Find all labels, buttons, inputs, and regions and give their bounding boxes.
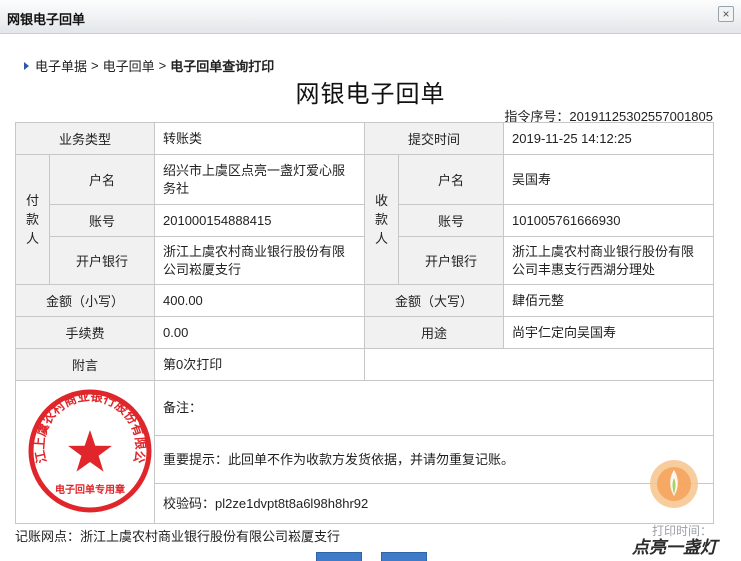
- amount-small-label: 金额（小写）: [14, 284, 156, 317]
- check-code: 校验码：pl2ze1dvpt8t8a6l98h8hr92: [154, 483, 715, 524]
- payee-bank-value: 浙江上虞农村商业银行股份有限公司丰惠支行西湖分理处: [503, 236, 715, 285]
- payer-side-text: 付款人: [25, 193, 39, 246]
- table-row: 付款人 户名 绍兴市上虞区点亮一盏灯爱心服务社 收款人 户名 吴国寿: [15, 154, 715, 285]
- table-row: 手续费 0.00 用途 尚宇仁定向吴国寿: [14, 316, 715, 349]
- payee-account-value: 101005761666930: [503, 204, 715, 237]
- note-empty-cell: [364, 348, 715, 381]
- amount-big-value: 肆佰元整: [503, 284, 715, 317]
- table-row: 附言 第0次打印: [14, 348, 715, 381]
- breadcrumb-item-e-docs[interactable]: 电子单据: [35, 56, 87, 75]
- page-title: 网银电子回单: [295, 81, 446, 108]
- payer-account-value: 201000154888415: [154, 204, 366, 237]
- submit-time-label: 提交时间: [364, 122, 505, 155]
- seal-star-icon: [68, 429, 112, 472]
- breadcrumb-separator: >: [158, 58, 167, 73]
- payer-side-label: 付款人: [15, 154, 50, 285]
- remark-cell: 备注：: [154, 380, 715, 436]
- payee-side-label: 收款人: [364, 154, 400, 285]
- submit-time-value: 2019-11-25 14:12:25: [503, 122, 715, 155]
- watermark-text: 点亮一盏灯: [632, 538, 717, 558]
- seal-bottom-text: 电子回单专用章: [55, 483, 125, 496]
- breadcrumb-item-e-receipt[interactable]: 电子回单: [103, 56, 155, 75]
- payee-side-text: 收款人: [375, 193, 389, 246]
- breadcrumb: 电子单据 > 电子回单 > 电子回单查询打印: [24, 56, 274, 75]
- window-title: 网银电子回单: [7, 12, 86, 27]
- payee-name-label: 户名: [398, 154, 505, 205]
- fee-label: 手续费: [14, 316, 156, 349]
- bank-seal-stamp: 浙江上虞农村商业银行股份有限公司 电子回单专用章: [18, 373, 152, 512]
- amount-big-label: 金额（大写）: [364, 284, 505, 317]
- table-row: 业务类型 转账类 提交时间 2019-11-25 14:12:25: [14, 122, 715, 155]
- note-label: 附言: [14, 348, 156, 381]
- purpose-label: 用途: [364, 316, 505, 349]
- amount-small-value: 400.00: [154, 284, 366, 317]
- payee-account-label: 账号: [398, 204, 505, 237]
- fee-value: 0.00: [154, 316, 366, 349]
- business-type-value: 转账类: [154, 122, 366, 155]
- payee-name-value: 吴国寿: [503, 154, 715, 205]
- window-titlebar: 网银电子回单 ×: [0, 0, 741, 34]
- payer-name-value: 绍兴市上虞区点亮一盏灯爱心服务社: [154, 154, 366, 205]
- watermark-logo-icon: [650, 460, 698, 508]
- payer-bank-value: 浙江上虞农村商业银行股份有限公司崧厦支行: [154, 236, 366, 285]
- payee-bank-label: 开户银行: [398, 236, 505, 285]
- note-value: 第0次打印: [154, 348, 366, 381]
- receipt-table: 业务类型 转账类 提交时间 2019-11-25 14:12:25 付款人 户名…: [14, 122, 715, 524]
- breadcrumb-current: 电子回单查询打印: [170, 59, 275, 74]
- important-tip: 重要提示：此回单不作为收款方发货依据，并请勿重复记账。: [154, 435, 715, 484]
- payer-account-label: 账号: [48, 204, 156, 237]
- close-button[interactable]: [381, 552, 427, 561]
- seal-cell: 浙江上虞农村商业银行股份有限公司 电子回单专用章: [14, 373, 156, 524]
- table-row: 金额（小写） 400.00 金额（大写） 肆佰元整: [14, 284, 715, 317]
- close-icon[interactable]: ×: [718, 6, 734, 22]
- table-row: 浙江上虞农村商业银行股份有限公司 电子回单专用章 备注：: [14, 373, 715, 524]
- payer-bank-label: 开户银行: [48, 236, 156, 285]
- breadcrumb-separator: >: [91, 58, 99, 73]
- print-button[interactable]: [316, 552, 362, 561]
- business-type-label: 业务类型: [14, 122, 156, 155]
- payer-name-label: 户名: [48, 154, 156, 205]
- breadcrumb-arrow-icon: [24, 61, 29, 70]
- booking-branch: 记账网点：浙江上虞农村商业银行股份有限公司崧厦支行: [15, 529, 341, 544]
- purpose-value: 尚宇仁定向吴国寿: [503, 316, 715, 349]
